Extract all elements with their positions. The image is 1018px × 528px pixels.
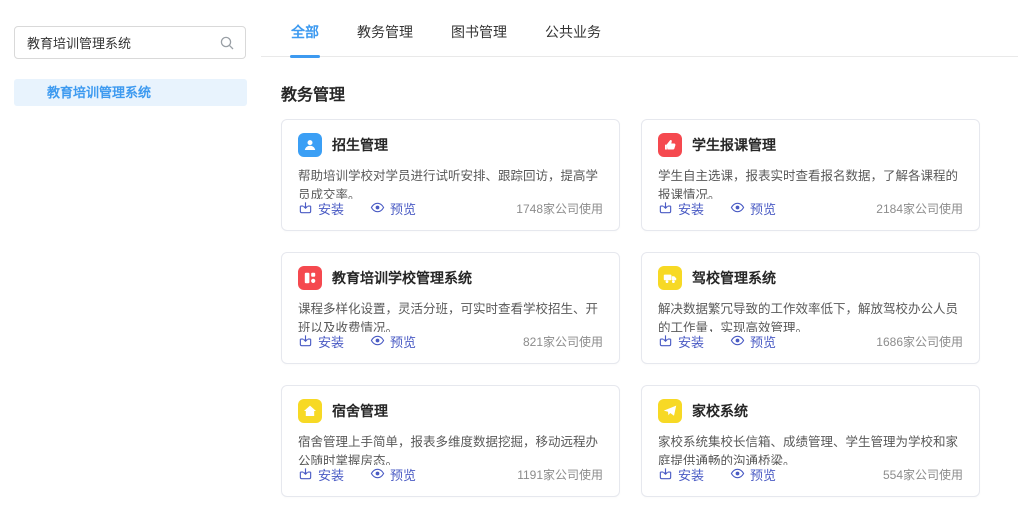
install-button[interactable]: 安装 [658,199,704,218]
install-label: 安装 [678,332,704,351]
card-header: 宿舍管理 [298,399,603,423]
install-label: 安装 [678,199,704,218]
app-card[interactable]: 招生管理 帮助培训学校对学员进行试听安排、跟踪回访，提高学员成交率。 安装 [281,119,620,231]
category-tabs: 全部 教务管理 图书管理 公共业务 [261,0,1018,57]
install-button[interactable]: 安装 [298,332,344,351]
search-input[interactable] [15,27,245,58]
card-description: 解决数据繁冗导致的工作效率低下，解放驾校办公人员的工作量，实现高效管理。 [658,300,963,332]
preview-label: 预览 [750,332,776,351]
usage-count: 821家公司使用 [523,333,603,350]
card-footer: 安装 预览 821家公司使用 [298,332,603,351]
dashboard-icon [298,266,322,290]
usage-count: 1191家公司使用 [517,466,603,483]
card-footer: 安装 预览 2184家公司使用 [658,199,963,218]
card-description: 帮助培训学校对学员进行试听安排、跟踪回访，提高学员成交率。 [298,167,603,199]
card-description: 课程多样化设置，灵活分班，可实时查看学校招生、开班以及收费情况。 [298,300,603,332]
card-title: 宿舍管理 [332,401,388,421]
preview-button[interactable]: 预览 [370,465,416,484]
card-title: 驾校管理系统 [692,268,776,288]
app-card[interactable]: 教育培训学校管理系统 课程多样化设置，灵活分班，可实时查看学校招生、开班以及收费… [281,252,620,364]
preview-label: 预览 [390,199,416,218]
install-label: 安装 [678,465,704,484]
card-description: 宿舍管理上手简单，报表多维度数据挖掘，移动远程办公随时掌握房态。 [298,433,603,465]
eye-icon [730,466,745,484]
usage-count: 1686家公司使用 [876,333,963,350]
install-icon [658,333,673,351]
card-header: 教育培训学校管理系统 [298,266,603,290]
install-button[interactable]: 安装 [298,199,344,218]
card-title: 教育培训学校管理系统 [332,268,472,288]
app-card-grid: 招生管理 帮助培训学校对学员进行试听安排、跟踪回访，提高学员成交率。 安装 [281,119,1018,497]
preview-label: 预览 [390,465,416,484]
preview-button[interactable]: 预览 [370,332,416,351]
install-icon [298,466,313,484]
eye-icon [370,333,385,351]
card-header: 驾校管理系统 [658,266,963,290]
preview-button[interactable]: 预览 [730,332,776,351]
install-label: 安装 [318,332,344,351]
truck-icon [658,266,682,290]
card-title: 家校系统 [692,401,748,421]
preview-button[interactable]: 预览 [730,465,776,484]
app-card[interactable]: 驾校管理系统 解决数据繁冗导致的工作效率低下，解放驾校办公人员的工作量，实现高效… [641,252,980,364]
card-header: 家校系统 [658,399,963,423]
card-description: 家校系统集校长信箱、成绩管理、学生管理为学校和家庭提供通畅的沟通桥梁。 [658,433,963,465]
tab-0[interactable]: 全部 [291,22,319,56]
usage-count: 1748家公司使用 [516,200,603,217]
sidebar-search [14,26,246,59]
eye-icon [370,466,385,484]
card-footer: 安装 预览 554家公司使用 [658,465,963,484]
install-icon [298,200,313,218]
search-icon[interactable] [219,35,235,51]
user-icon [298,133,322,157]
eye-icon [370,200,385,218]
card-description: 学生自主选课，报表实时查看报名数据，了解各课程的报课情况。 [658,167,963,199]
app-card[interactable]: 学生报课管理 学生自主选课，报表实时查看报名数据，了解各课程的报课情况。 安装 [641,119,980,231]
preview-button[interactable]: 预览 [370,199,416,218]
usage-count: 554家公司使用 [883,466,963,483]
card-footer: 安装 预览 1748家公司使用 [298,199,603,218]
eye-icon [730,200,745,218]
install-icon [298,333,313,351]
section-title: 教务管理 [281,81,1018,105]
card-footer: 安装 预览 1686家公司使用 [658,332,963,351]
app-window: 教育培训管理系统 全部教务管理图书管理公共业务 教务管理 招生管理 帮助培训学校… [0,0,1018,528]
preview-label: 预览 [390,332,416,351]
card-title: 招生管理 [332,135,388,155]
app-card[interactable]: 家校系统 家校系统集校长信箱、成绩管理、学生管理为学校和家庭提供通畅的沟通桥梁。… [641,385,980,497]
install-label: 安装 [318,199,344,218]
hand-icon [658,133,682,157]
tab-3[interactable]: 公共业务 [545,22,601,56]
install-icon [658,466,673,484]
preview-label: 预览 [750,465,776,484]
card-header: 招生管理 [298,133,603,157]
app-card[interactable]: 宿舍管理 宿舍管理上手简单，报表多维度数据挖掘，移动远程办公随时掌握房态。 安装 [281,385,620,497]
sidebar: 教育培训管理系统 [0,0,261,528]
tab-1[interactable]: 教务管理 [357,22,413,56]
sidebar-item-education-training-system[interactable]: 教育培训管理系统 [14,79,247,106]
main-content: 全部教务管理图书管理公共业务 教务管理 招生管理 帮助培训学校对学员进行试听安排… [261,0,1018,528]
install-button[interactable]: 安装 [658,465,704,484]
install-button[interactable]: 安装 [298,465,344,484]
paper-plane-icon [658,399,682,423]
home-icon [298,399,322,423]
card-title: 学生报课管理 [692,135,776,155]
install-button[interactable]: 安装 [658,332,704,351]
preview-label: 预览 [750,199,776,218]
card-footer: 安装 预览 1191家公司使用 [298,465,603,484]
tab-2[interactable]: 图书管理 [451,22,507,56]
preview-button[interactable]: 预览 [730,199,776,218]
card-header: 学生报课管理 [658,133,963,157]
install-label: 安装 [318,465,344,484]
eye-icon [730,333,745,351]
install-icon [658,200,673,218]
usage-count: 2184家公司使用 [876,200,963,217]
